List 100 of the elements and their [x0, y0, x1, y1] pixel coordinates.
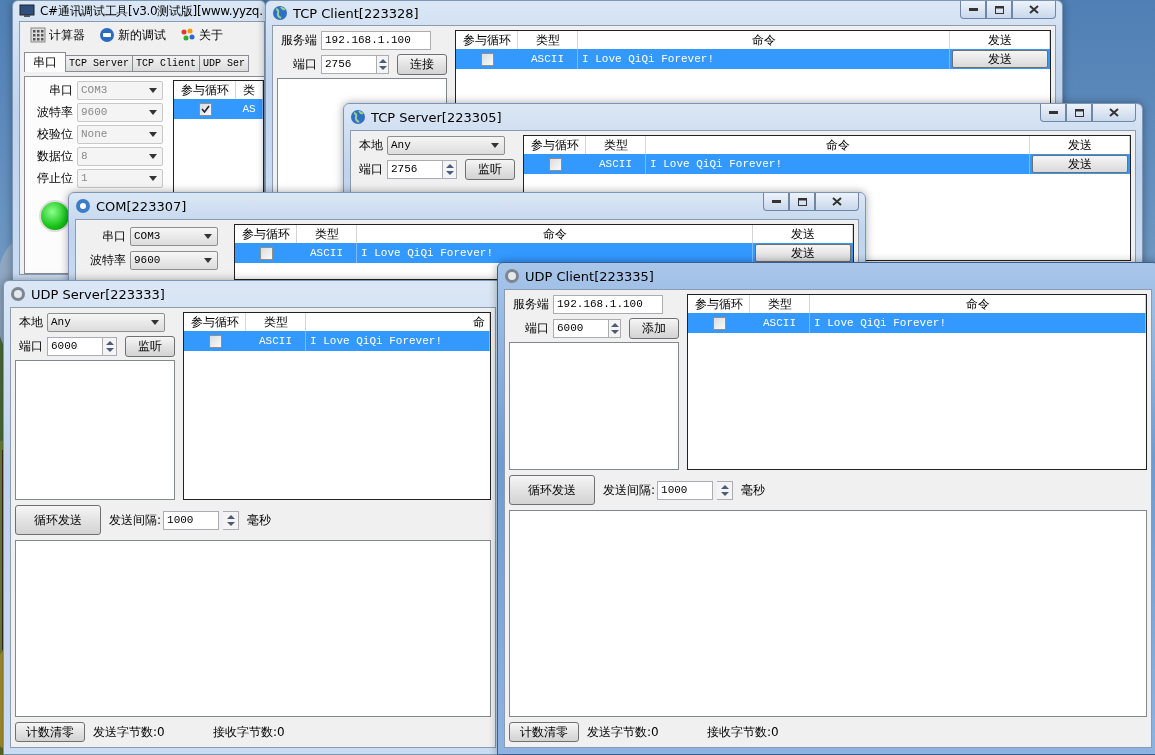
tab[interactable]: TCP Client: [132, 55, 201, 72]
sent-bytes-text: 发送字节数:0: [93, 723, 166, 741]
action-button[interactable]: 添加: [629, 317, 679, 339]
checkbox[interactable]: [712, 316, 726, 330]
maximize-icon: [797, 197, 807, 206]
close-icon: [832, 197, 842, 206]
checkbox[interactable]: [208, 334, 222, 348]
dropdown: 9600: [77, 102, 163, 122]
port-field[interactable]: 2756: [387, 159, 443, 179]
spinner-arrows-icon: [105, 339, 114, 353]
sent-bytes-text: 发送字节数:0: [587, 723, 660, 741]
table-cell: ASCII: [586, 154, 646, 174]
port-field[interactable]: 2756: [321, 54, 377, 74]
field-label: 停止位: [36, 169, 73, 187]
spin-button[interactable]: [223, 510, 240, 530]
unit-label: 毫秒: [247, 511, 272, 529]
toolbar-button[interactable]: 新的调试: [97, 24, 168, 46]
spin-button[interactable]: [103, 336, 117, 356]
close-button[interactable]: [815, 193, 859, 211]
dropdown[interactable]: Any: [387, 135, 505, 155]
table-cell: ASCII: [750, 313, 810, 333]
table-cell: I Love QiQi Forever!: [578, 49, 950, 69]
caret-icon: [151, 319, 159, 325]
send-button[interactable]: 发送: [952, 50, 1048, 68]
window-title: TCP Server[223305]: [371, 109, 502, 125]
action-button[interactable]: 监听: [125, 335, 175, 357]
caret-icon: [149, 109, 157, 115]
field-label: 波特率: [89, 251, 126, 269]
minimize-button[interactable]: [763, 193, 789, 211]
port-field[interactable]: 6000: [553, 318, 609, 338]
field-label: 本地: [18, 313, 43, 331]
field-label: 服务端: [512, 295, 549, 313]
checkbox[interactable]: [259, 246, 273, 260]
table-cell: AS: [236, 99, 263, 119]
maximize-icon: [1074, 108, 1084, 117]
caret-icon: [491, 142, 499, 148]
toolbar-button[interactable]: 关于: [178, 24, 225, 46]
spin-button[interactable]: [443, 159, 457, 179]
field-label: 发送间隔:: [109, 511, 162, 529]
tab[interactable]: 串口: [24, 52, 66, 72]
interval-field[interactable]: 1000: [657, 480, 714, 500]
list-box[interactable]: [509, 342, 679, 470]
caret-icon: [149, 87, 157, 93]
dropdown[interactable]: Any: [47, 312, 165, 332]
disc-icon: [99, 27, 115, 43]
close-button[interactable]: [1012, 1, 1056, 19]
received-bytes-text: 接收字节数:0: [707, 723, 780, 741]
dropdown[interactable]: 9600: [130, 250, 218, 270]
minimize-button[interactable]: [1040, 104, 1066, 122]
window-title: TCP Client[223328]: [293, 5, 419, 21]
close-icon: [1029, 5, 1039, 14]
field-label: 串口: [101, 227, 126, 245]
server-field[interactable]: 192.168.1.100: [553, 294, 663, 314]
reset-count-button[interactable]: 计数清零: [15, 722, 85, 742]
field-label: 波特率: [36, 103, 73, 121]
spinner-arrows-icon: [445, 162, 454, 176]
dropdown: 1: [77, 168, 163, 188]
reset-count-button[interactable]: 计数清零: [509, 722, 579, 742]
minimize-button[interactable]: [960, 1, 986, 19]
dropdown[interactable]: COM3: [130, 226, 218, 246]
close-button[interactable]: [1092, 104, 1136, 122]
minimize-icon: [771, 200, 781, 203]
maximize-button[interactable]: [789, 193, 815, 211]
table-row[interactable]: ASCII I Love QiQi Forever! 发送: [235, 243, 853, 263]
caret-icon: [204, 257, 212, 263]
server-field[interactable]: 192.168.1.100: [321, 30, 431, 50]
send-button[interactable]: 发送: [755, 244, 851, 262]
window-title: C#通讯调试工具[v3.0测试版][www.yyzq.: [40, 2, 263, 20]
port-field[interactable]: 6000: [47, 336, 103, 356]
table-row[interactable]: ASCII I Love QiQi Forever! 发送: [524, 154, 1130, 174]
toolbar-button[interactable]: 计算器: [28, 24, 87, 46]
field-label: 端口: [292, 55, 317, 73]
caret-icon: [149, 153, 157, 159]
loop-send-button[interactable]: 循环发送: [15, 505, 101, 535]
table-cell: I Love QiQi Forever!: [646, 154, 1030, 174]
table-cell: I Love QiQi Forever!: [810, 313, 1146, 333]
tab[interactable]: UDP Ser: [199, 55, 250, 72]
interval-field[interactable]: 1000: [163, 510, 220, 530]
tab[interactable]: TCP Server: [65, 55, 133, 72]
disc-icon: [75, 198, 91, 214]
spinner-arrows-icon: [720, 483, 729, 497]
list-box[interactable]: [15, 360, 175, 500]
action-button[interactable]: 监听: [465, 158, 515, 180]
loop-send-button[interactable]: 循环发送: [509, 475, 595, 505]
field-label: 端口: [18, 337, 43, 355]
spin-button[interactable]: [609, 318, 621, 338]
window-title: UDP Client[223335]: [525, 268, 654, 284]
spin-button[interactable]: [377, 54, 389, 74]
spin-button[interactable]: [717, 480, 734, 500]
table-row[interactable]: ASCII I Love QiQi Forever! 发送: [456, 49, 1050, 69]
action-button[interactable]: 连接: [397, 53, 447, 75]
caret-icon: [149, 175, 157, 181]
checkbox[interactable]: [198, 102, 212, 116]
send-button[interactable]: 发送: [1032, 155, 1128, 173]
maximize-button[interactable]: [1066, 104, 1092, 122]
field-label: 服务端: [280, 31, 317, 49]
maximize-button[interactable]: [986, 1, 1012, 19]
checkbox[interactable]: [548, 157, 562, 171]
table-cell: ASCII: [297, 243, 357, 263]
checkbox[interactable]: [480, 52, 494, 66]
